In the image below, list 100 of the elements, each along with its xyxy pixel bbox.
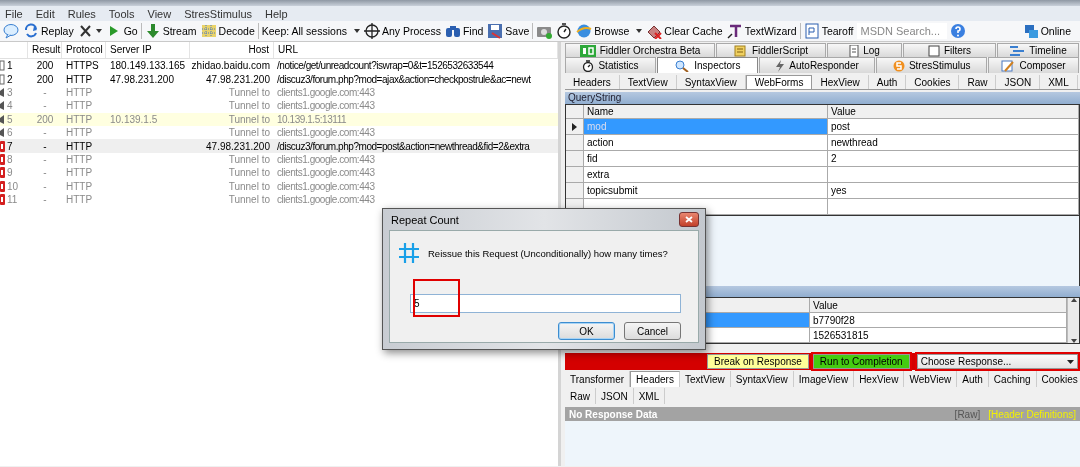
- tab[interactable]: JSON: [996, 75, 1041, 89]
- session-row[interactable]: 8 - HTTP Tunnel to clients1.google.com:443: [0, 152, 558, 167]
- input-field[interactable]: 5: [410, 294, 681, 313]
- toolbar-button[interactable]: Run to Completion: [812, 354, 910, 369]
- toolbar-button[interactable]: Save: [486, 22, 531, 40]
- table-cell: clients1.google.com:443: [277, 194, 375, 206]
- toolbar-button[interactable]: Clear Cache: [645, 22, 724, 40]
- tab[interactable]: Cookies: [906, 75, 960, 89]
- section-header: QueryString: [565, 92, 1080, 104]
- tab[interactable]: StresStimulus: [876, 57, 988, 73]
- tab[interactable]: ImageView: [793, 371, 855, 387]
- toolbar-button[interactable]: Go: [104, 22, 139, 40]
- tab[interactable]: Inspectors: [656, 57, 758, 73]
- tab[interactable]: HexView: [854, 371, 905, 387]
- toolbar-button[interactable]: Replay: [22, 22, 75, 40]
- table-cell: HTTP: [66, 153, 93, 165]
- table-cell: HTTPS: [66, 60, 99, 72]
- tab[interactable]: WebView: [904, 371, 958, 387]
- toolbar-button[interactable]: Find: [443, 22, 485, 40]
- menu-item[interactable]: Rules: [67, 7, 96, 20]
- tab[interactable]: SyntaxView: [730, 371, 794, 387]
- column-header[interactable]: Host: [190, 42, 274, 58]
- toolbar-button[interactable]: [555, 22, 574, 40]
- session-row[interactable]: 3 - HTTP Tunnel to clients1.google.com:443: [0, 85, 558, 100]
- tab[interactable]: HexView: [812, 75, 869, 89]
- toolbar-button[interactable]: Tearoff: [802, 22, 855, 40]
- tab[interactable]: Statistics: [565, 57, 656, 73]
- table-cell: 47.98.231.200: [110, 73, 174, 85]
- crosshair-icon: [363, 23, 380, 39]
- tab[interactable]: XML: [633, 388, 666, 404]
- table-cell: -: [43, 194, 47, 206]
- tab[interactable]: FiddlerScript: [716, 43, 826, 57]
- table-cell: newthread: [828, 135, 1079, 150]
- dialog-button[interactable]: Cancel: [624, 322, 681, 340]
- column-header[interactable]: URL: [274, 42, 558, 58]
- session-row[interactable]: 1 200 HTTPS 180.149.133.165 zhidao.baidu.com /notice/get/unreadcount?iswrap=0&t=1526532633544: [0, 59, 558, 73]
- tab[interactable]: WebForms: [745, 75, 813, 89]
- tab[interactable]: AutoResponder: [758, 57, 876, 73]
- session-row[interactable]: 11 - HTTP Tunnel to clients1.google.com:443: [0, 192, 558, 207]
- caret-icon: [353, 29, 360, 33]
- toolbar-button[interactable]: Online: [1021, 22, 1072, 40]
- tab[interactable]: Composer: [988, 57, 1079, 73]
- menu-item[interactable]: Tools: [108, 7, 135, 20]
- toolbar-button[interactable]: Any Process: [362, 22, 442, 40]
- session-row[interactable]: 4 - HTTP Tunnel to clients1.google.com:443: [0, 99, 558, 113]
- tab[interactable]: XML: [1040, 75, 1078, 89]
- table-cell: 10.139.1.5: [110, 113, 158, 125]
- tab[interactable]: Cookies: [1036, 371, 1080, 387]
- table-cell: /notice/get/unreadcount?iswrap=0&t=1526532633544: [277, 60, 494, 72]
- table-cell: Tunnel to: [228, 180, 270, 192]
- tab[interactable]: Log: [827, 43, 902, 57]
- session-number: 2: [7, 73, 13, 85]
- session-row[interactable]: 10 - HTTP Tunnel to clients1.google.com:443: [0, 179, 558, 193]
- close-button[interactable]: [679, 212, 699, 227]
- session-row[interactable]: 7 - HTTP 47.98.231.200 /discuz3/forum.php?mod=post&action=newthread&fid=2&extra: [0, 139, 558, 153]
- column-header[interactable]: Protocol: [62, 42, 106, 58]
- toolbar-dropdown[interactable]: Browse: [575, 22, 644, 40]
- tab[interactable]: Raw: [565, 388, 596, 404]
- toolbar-button[interactable]: Break on Response: [707, 354, 809, 369]
- tab[interactable]: Fiddler Orchestra Beta: [565, 43, 715, 57]
- tab[interactable]: Raw: [959, 75, 997, 89]
- scrollbar[interactable]: [1067, 298, 1079, 343]
- menu-item[interactable]: Edit: [35, 7, 55, 20]
- session-row[interactable]: 2 200 HTTP 47.98.231.200 47.98.231.200 /discuz3/forum.php?mod=ajax&action=checkpostrule&ac=newt: [0, 72, 558, 86]
- tab[interactable]: Headers: [565, 75, 620, 89]
- tab[interactable]: SyntaxView: [676, 75, 746, 89]
- grid-icon: [200, 23, 217, 39]
- tab[interactable]: Filters: [903, 43, 996, 57]
- menu-item[interactable]: StresStimulus: [184, 7, 253, 20]
- table-cell: 47.98.231.200: [206, 140, 270, 152]
- tab[interactable]: Auth: [957, 371, 989, 387]
- session-row[interactable]: 6 - HTTP Tunnel to clients1.google.com:443: [0, 125, 558, 140]
- toolbar-button[interactable]: Stream: [143, 22, 198, 40]
- session-row[interactable]: 9 - HTTP Tunnel to clients1.google.com:443: [0, 166, 558, 180]
- row-header[interactable]: [566, 119, 584, 134]
- toolbar-button[interactable]: Decode: [199, 22, 256, 40]
- table-cell: HTTP: [66, 100, 93, 112]
- session-number: 4: [7, 100, 13, 112]
- response-dropdown[interactable]: Choose Response...: [916, 354, 1078, 369]
- menu-item[interactable]: View: [147, 7, 172, 20]
- column-header[interactable]: Server IP: [106, 42, 190, 58]
- tab[interactable]: Caching: [988, 371, 1037, 387]
- menu-item[interactable]: File: [5, 7, 23, 20]
- table-cell: clients1.google.com:443: [277, 153, 375, 165]
- column-header[interactable]: Result: [28, 42, 62, 58]
- tab[interactable]: TextView: [619, 75, 677, 89]
- tab[interactable]: JSON: [596, 388, 634, 404]
- toolbar-button[interactable]: TextWizard: [725, 22, 798, 40]
- search-field[interactable]: MSDN Search...: [856, 23, 947, 39]
- row-pointer-icon: [572, 122, 577, 131]
- toolbar-dropdown[interactable]: Keep: All sessions: [260, 22, 361, 40]
- table-cell: 2: [828, 151, 1079, 166]
- tab[interactable]: Auth: [868, 75, 907, 89]
- session-row[interactable]: 5 200 HTTP 10.139.1.5 Tunnel to 10.139.1.5:13111: [0, 112, 558, 126]
- menu-item[interactable]: Help: [265, 7, 288, 20]
- tab[interactable]: TextView: [679, 371, 731, 387]
- dropdown-value: Choose Response...: [920, 356, 1012, 367]
- dialog-button[interactable]: OK: [558, 322, 615, 340]
- tab[interactable]: Headers: [630, 371, 680, 387]
- tab[interactable]: Timeline: [997, 43, 1079, 57]
